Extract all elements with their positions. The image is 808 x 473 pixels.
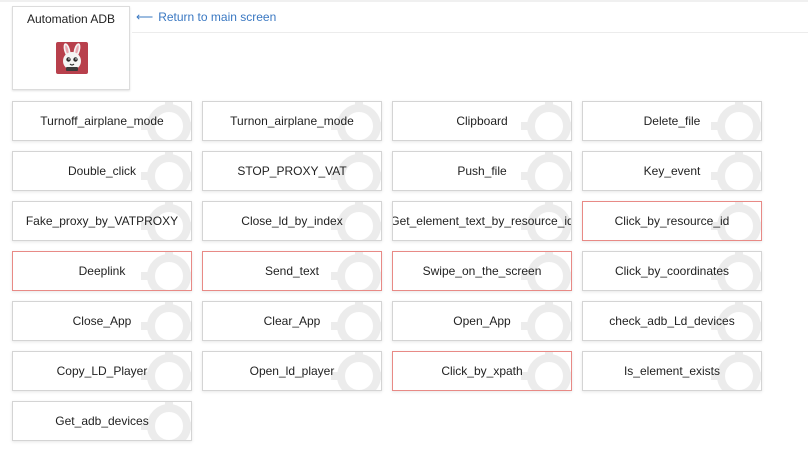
command-button-clipboard[interactable]: Clipboard bbox=[392, 101, 572, 141]
background-gear-icon bbox=[711, 152, 761, 190]
command-button-close-ld-by-index[interactable]: Close_ld_by_index bbox=[202, 201, 382, 241]
command-button-key-event[interactable]: Key_event bbox=[582, 151, 762, 191]
background-gear-icon bbox=[141, 302, 191, 340]
command-button-copy-ld-player[interactable]: Copy_LD_Player bbox=[12, 351, 192, 391]
command-button-label: Open_App bbox=[453, 314, 511, 328]
command-button-label: Fake_proxy_by_VATPROXY bbox=[25, 214, 179, 228]
command-button-label: Click_by_xpath bbox=[441, 364, 523, 378]
command-button-label: Close_App bbox=[72, 314, 132, 328]
background-gear-icon bbox=[711, 102, 761, 140]
command-button-label: Close_ld_by_index bbox=[241, 214, 343, 228]
command-button-get-element-text-by-resource-id[interactable]: Get_element_text_by_resource_id bbox=[392, 201, 572, 241]
command-button-click-by-coordinates[interactable]: Click_by_coordinates bbox=[582, 251, 762, 291]
command-button-label: Copy_LD_Player bbox=[56, 364, 148, 378]
background-gear-icon bbox=[521, 102, 571, 140]
rabbit-logo-icon bbox=[56, 42, 88, 74]
command-button-open-ld-player[interactable]: Open_ld_player bbox=[202, 351, 382, 391]
background-gear-icon bbox=[331, 302, 381, 340]
background-gear-icon bbox=[521, 352, 571, 390]
command-button-label: Clipboard bbox=[456, 114, 508, 128]
background-gear-icon bbox=[141, 152, 191, 190]
command-button-label: Turnoff_airplane_mode bbox=[40, 114, 164, 128]
command-button-label: Open_ld_player bbox=[249, 364, 335, 378]
background-gear-icon bbox=[521, 152, 571, 190]
command-button-is-element-exists[interactable]: Is_element_exists bbox=[582, 351, 762, 391]
command-button-delete-file[interactable]: Delete_file bbox=[582, 101, 762, 141]
return-to-main-link[interactable]: ⟵ Return to main screen bbox=[136, 10, 276, 24]
background-gear-icon bbox=[331, 352, 381, 390]
command-button-label: Click_by_coordinates bbox=[614, 264, 730, 278]
app-title: Automation ADB bbox=[26, 12, 116, 26]
command-button-label: Key_event bbox=[643, 164, 701, 178]
command-button-open-app[interactable]: Open_App bbox=[392, 301, 572, 341]
command-button-click-by-xpath[interactable]: Click_by_xpath bbox=[392, 351, 572, 391]
command-button-label: STOP_PROXY_VAT bbox=[237, 164, 347, 178]
command-button-get-adb-devices[interactable]: Get_adb_devices bbox=[12, 401, 192, 441]
command-button-send-text[interactable]: Send_text bbox=[202, 251, 382, 291]
command-button-label: Is_element_exists bbox=[623, 364, 721, 378]
command-button-stop-proxy-vat[interactable]: STOP_PROXY_VAT bbox=[202, 151, 382, 191]
command-button-turnon-airplane-mode[interactable]: Turnon_airplane_mode bbox=[202, 101, 382, 141]
background-gear-icon bbox=[141, 252, 191, 290]
command-button-click-by-resource-id[interactable]: Click_by_resource_id bbox=[582, 201, 762, 241]
top-border bbox=[0, 0, 808, 2]
left-arrow-icon: ⟵ bbox=[136, 10, 154, 24]
command-button-check-adb-ld-devices[interactable]: check_adb_Ld_devices bbox=[582, 301, 762, 341]
command-button-label: Deeplink bbox=[78, 264, 126, 278]
app-card[interactable]: Automation ADB bbox=[12, 6, 130, 90]
command-button-label: Click_by_resource_id bbox=[614, 214, 730, 228]
command-button-label: Get_adb_devices bbox=[55, 414, 149, 428]
header-divider bbox=[132, 32, 808, 33]
background-gear-icon bbox=[331, 252, 381, 290]
command-button-clear-app[interactable]: Clear_App bbox=[202, 301, 382, 341]
command-button-deeplink[interactable]: Deeplink bbox=[12, 251, 192, 291]
return-link-label: Return to main screen bbox=[158, 10, 277, 24]
command-button-close-app[interactable]: Close_App bbox=[12, 301, 192, 341]
command-button-turnoff-airplane-mode[interactable]: Turnoff_airplane_mode bbox=[12, 101, 192, 141]
command-button-push-file[interactable]: Push_file bbox=[392, 151, 572, 191]
command-button-label: Delete_file bbox=[643, 114, 701, 128]
command-button-label: Turnon_airplane_mode bbox=[230, 114, 354, 128]
automation-page: Automation ADB ⟵ Return to main screen Tu… bbox=[0, 0, 808, 473]
command-button-label: Swipe_on_the_screen bbox=[422, 264, 542, 278]
command-button-label: Get_element_text_by_resource_id bbox=[392, 214, 572, 228]
command-button-label: Send_text bbox=[264, 264, 320, 278]
command-button-fake-proxy-by-vatproxy[interactable]: Fake_proxy_by_VATPROXY bbox=[12, 201, 192, 241]
command-button-label: Push_file bbox=[457, 164, 507, 178]
command-button-double-click[interactable]: Double_click bbox=[12, 151, 192, 191]
command-button-swipe-on-the-screen[interactable]: Swipe_on_the_screen bbox=[392, 251, 572, 291]
command-button-label: Clear_App bbox=[263, 314, 321, 328]
background-gear-icon bbox=[521, 302, 571, 340]
command-button-label: check_adb_Ld_devices bbox=[609, 314, 735, 328]
command-button-label: Double_click bbox=[67, 164, 137, 178]
